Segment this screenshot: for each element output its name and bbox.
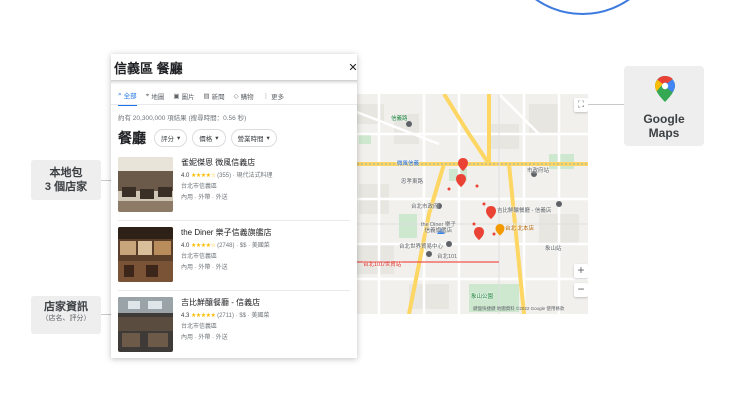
listing-item[interactable]: 雀妮傑恩 微風信義店 4.0 ★★★★☆ (355) · 現代法式料理 台北市信… [118, 157, 350, 217]
map-label-diner: the Diner 樂子 信義旗艦店 [421, 222, 456, 234]
listing-name[interactable]: 雀妮傑恩 微風信義店 [181, 157, 255, 168]
local-pack-heading: 餐廳 [118, 130, 146, 146]
business-info-subtitle: （店名、評分） [41, 315, 91, 322]
rating-value: 4.0 [181, 173, 190, 179]
map-label: 信義旗艦店 [424, 228, 453, 234]
result-stats: 約有 20,300,000 項結果 (搜尋時間：0.56 秒) [118, 115, 247, 122]
map-label: 台北市政府 [411, 204, 439, 210]
map-attribution[interactable]: 鍵盤快捷鍵 地圖資料 ©2022 Google 使用條款 [473, 306, 564, 312]
listing-category: · 現代法式料理 [231, 173, 273, 179]
decorative-circle [500, 0, 665, 15]
restaurant-photo [118, 157, 173, 212]
filter-label: 營業時間 [237, 136, 264, 143]
dropdown-arrow-icon: ▾ [266, 135, 270, 142]
search-results-panel: 信義區 餐廳 ✕ ⌕ 全部 ⌖ 地圖 ▣ 圖片 ▤ 新聞 ◇ 購物 ⋮ 更多 約有 20,3… [111, 54, 357, 358]
google-maps-pin-icon [655, 76, 675, 102]
divider [111, 104, 357, 105]
dropdown-arrow-icon: ▾ [215, 135, 219, 142]
listing-name[interactable]: the Diner 樂子信義旗艦店 [181, 227, 272, 238]
rating-value: 4.3 [181, 313, 190, 319]
dropdown-arrow-icon: ▾ [177, 135, 181, 142]
restaurant-photo [118, 297, 173, 352]
review-count: (355) [217, 173, 232, 179]
rating-value: 4.0 [181, 243, 190, 249]
listing-name[interactable]: 吉比鮮釀餐廳 - 信義店 [181, 297, 260, 308]
connector-line [101, 180, 111, 181]
fullscreen-button[interactable]: ⛶ [574, 98, 588, 112]
listing-category: · $$ · 美國菜 [234, 243, 270, 249]
tab-label: 購物 [240, 94, 254, 101]
listing-rating: 4.3 ★★★★★ (2711) · $$ · 美國菜 [181, 310, 269, 319]
tab-label: 全部 [123, 93, 137, 100]
map-canvas [349, 94, 588, 314]
review-count: (2711) [217, 313, 234, 319]
local-pack-title: 本地包 [49, 167, 83, 179]
filter-label: 價格 [199, 136, 213, 143]
search-bar[interactable]: 信義區 餐廳 ✕ [111, 54, 357, 80]
filter-hours[interactable]: 營業時間 ▾ [230, 129, 277, 147]
divider [118, 220, 350, 221]
map-pin-icon: ⌖ [145, 92, 150, 99]
zoom-out-button[interactable]: − [574, 283, 588, 297]
listing-services: 內用 · 外帶 · 外送 [181, 335, 228, 341]
filter-price[interactable]: 價格 ▾ [192, 129, 226, 147]
listing-rating: 4.0 ★★★★☆ (2748) · $$ · 美國菜 [181, 240, 270, 249]
listing-rating: 4.0 ★★★★☆ (355) · 現代法式料理 [181, 170, 272, 179]
zoom-in-button[interactable]: + [574, 264, 588, 278]
filter-rating[interactable]: 評分 ▾ [154, 129, 188, 147]
clear-search-button[interactable]: ✕ [345, 61, 357, 74]
tab-label: 圖片 [181, 94, 195, 101]
business-info-title: 店家資訊 [44, 301, 88, 313]
listing-address: 台北市信義區 [181, 254, 218, 260]
connector-line [101, 314, 111, 315]
map-label: 象山公園 [471, 294, 494, 300]
map-label: 信義路 [391, 116, 408, 122]
listing-item[interactable]: the Diner 樂子信義旗艦店 4.0 ★★★★☆ (2748) · $$ … [118, 227, 350, 287]
tab-label: 新聞 [211, 94, 225, 101]
more-icon: ⋮ [262, 93, 270, 100]
map-label: 台北 北本店 [505, 226, 535, 232]
listing-address: 台北市信義區 [181, 184, 218, 190]
map-label: 市政府站 [527, 168, 550, 174]
local-pack-header: 餐廳 評分 ▾ 價格 ▾ 營業時間 ▾ [118, 128, 277, 148]
image-icon: ▣ [173, 93, 180, 100]
google-maps-logo: Google Maps [624, 66, 704, 146]
listing-category: · $$ · 美國菜 [234, 313, 270, 319]
map-label: 象山站 [545, 246, 562, 252]
listing-item[interactable]: 吉比鮮釀餐廳 - 信義店 4.3 ★★★★★ (2711) · $$ · 美國菜… [118, 297, 350, 357]
news-icon: ▤ [203, 93, 210, 100]
business-info-label: 店家資訊 （店名、評分） [31, 296, 101, 334]
tag-icon: ◇ [233, 93, 239, 100]
map-view[interactable]: 信義路 微風信義 市政府站 忠孝東路 台北市政府 吉比鮮釀餐廳 - 信義店 th… [349, 94, 588, 314]
local-pack-label: 本地包 3 個店家 [31, 160, 101, 200]
review-count: (2748) [217, 243, 235, 249]
filter-label: 評分 [161, 136, 174, 143]
map-label: 台北101/世貿站 [363, 262, 402, 268]
star-rating-icon: ★★★★☆ [191, 243, 216, 249]
star-rating-icon: ★★★★☆ [191, 173, 216, 179]
star-rating-icon: ★★★★★ [191, 313, 216, 319]
listing-address: 台北市信義區 [181, 324, 218, 330]
map-label: 台北101 [437, 254, 458, 260]
tab-label: 地圖 [151, 94, 165, 101]
map-label: 台北世界貿易中心 [399, 244, 444, 250]
search-icon: ⌕ [118, 91, 122, 98]
map-label: 忠孝東路 [401, 179, 424, 185]
search-input[interactable]: 信義區 餐廳 [114, 58, 345, 77]
map-label: 吉比鮮釀餐廳 - 信義店 [497, 208, 552, 214]
connector-line [588, 104, 624, 105]
local-pack-count: 3 個店家 [44, 181, 88, 193]
tab-label: 更多 [271, 94, 285, 101]
restaurant-photo [118, 227, 173, 282]
google-maps-wordmark: Google Maps [643, 112, 685, 140]
divider [118, 290, 350, 291]
listing-services: 內用 · 外帶 · 外送 [181, 265, 228, 271]
listing-services: 內用 · 外帶 · 外送 [181, 195, 228, 201]
map-label: 微風信義 [397, 161, 420, 167]
infographic: 本地包 3 個店家 店家資訊 （店名、評分） Google Maps 信義路 微… [0, 0, 740, 404]
